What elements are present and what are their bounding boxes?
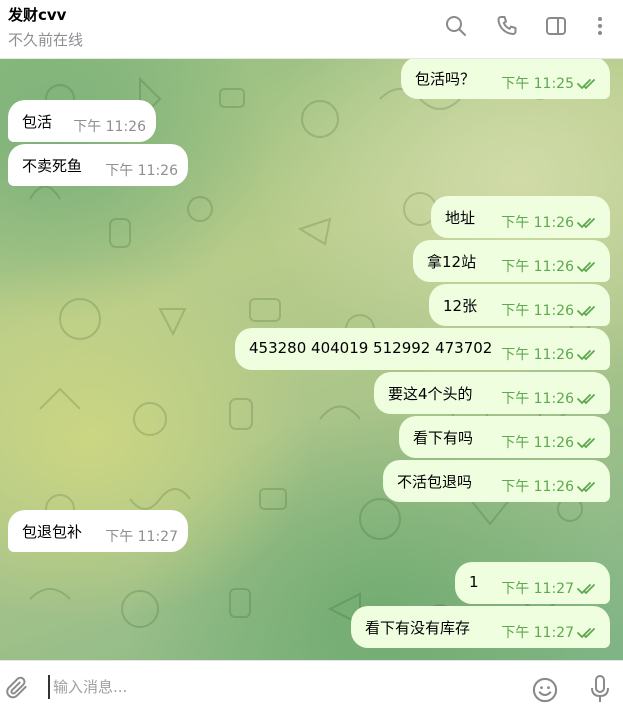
double-check-icon	[577, 215, 601, 233]
outgoing-message-bubble[interactable]: 看下有没有库存 下午 11:27	[351, 606, 610, 648]
incoming-message-bubble[interactable]: 包活 下午 11:26	[8, 100, 156, 142]
message-time: 下午 11:26	[501, 391, 574, 407]
search-icon[interactable]	[443, 13, 469, 39]
outgoing-message-bubble[interactable]: 12张 下午 11:26	[429, 284, 610, 326]
outgoing-message-bubble[interactable]: 看下有吗 下午 11:26	[399, 416, 610, 458]
message-text: 不活包退吗	[397, 473, 473, 491]
double-check-icon	[577, 581, 601, 599]
message-text: 1	[469, 573, 479, 591]
outgoing-message-bubble[interactable]: 要这4个头的 下午 11:26	[374, 372, 610, 414]
message-time: 下午 11:26	[501, 303, 574, 319]
message-time: 下午 11:26	[501, 435, 574, 451]
message-composer	[0, 660, 623, 711]
message-time: 下午 11:27	[501, 625, 574, 641]
message-time: 下午 11:26	[501, 347, 574, 363]
double-check-icon	[577, 303, 601, 321]
outgoing-message-bubble[interactable]: 拿12站 下午 11:26	[413, 240, 610, 282]
double-check-icon	[577, 435, 601, 453]
message-text: 453280 404019 512992 473702	[249, 339, 493, 357]
outgoing-message-bubble[interactable]: 地址 下午 11:26	[431, 196, 610, 238]
paperclip-icon[interactable]	[4, 675, 30, 705]
message-time: 下午 11:27	[105, 529, 178, 545]
chat-title[interactable]: 发财cvv	[8, 4, 66, 25]
message-time: 下午 11:25	[501, 76, 574, 92]
outgoing-message-bubble[interactable]: 不活包退吗 下午 11:26	[383, 460, 610, 502]
more-vertical-icon[interactable]	[587, 13, 613, 39]
double-check-icon	[577, 259, 601, 277]
double-check-icon	[577, 391, 601, 409]
message-text: 12张	[443, 297, 478, 315]
chat-messages[interactable]: 包活吗？ 下午 11:25 包活 下午 11:26 不卖死鱼 下午 11:26 地址 下午 1…	[0, 59, 623, 660]
message-text: 不卖死鱼	[22, 157, 83, 175]
message-text: 看下有没有库存	[365, 619, 471, 637]
message-time: 下午 11:26	[501, 479, 574, 495]
message-text: 拿12站	[427, 253, 477, 271]
outgoing-message-bubble[interactable]: 1 下午 11:27	[455, 562, 610, 604]
outgoing-message-bubble[interactable]: 453280 404019 512992 473702 下午 11:26	[235, 328, 610, 370]
message-text: 包活	[22, 113, 53, 131]
message-time: 下午 11:26	[501, 215, 574, 231]
message-input[interactable]	[48, 675, 508, 699]
message-text: 地址	[445, 209, 476, 227]
chat-status: 不久前在线	[8, 31, 84, 49]
outgoing-message-bubble[interactable]: 包活吗？ 下午 11:25	[401, 59, 610, 99]
emoji-icon[interactable]	[531, 676, 559, 708]
chat-header: 发财cvv 不久前在线	[0, 0, 623, 59]
double-check-icon	[577, 347, 601, 365]
message-time: 下午 11:27	[501, 581, 574, 597]
message-text: 包退包补	[22, 523, 83, 541]
incoming-message-bubble[interactable]: 不卖死鱼 下午 11:26	[8, 144, 188, 186]
message-time: 下午 11:26	[501, 259, 574, 275]
message-text: 要这4个头的	[388, 385, 473, 403]
microphone-icon[interactable]	[588, 674, 612, 708]
phone-icon[interactable]	[494, 13, 520, 39]
message-time: 下午 11:26	[73, 119, 146, 135]
incoming-message-bubble[interactable]: 包退包补 下午 11:27	[8, 510, 188, 552]
sidebar-icon[interactable]	[543, 13, 569, 39]
double-check-icon	[577, 76, 601, 94]
double-check-icon	[577, 479, 601, 497]
double-check-icon	[577, 625, 601, 643]
message-text: 看下有吗	[413, 429, 474, 447]
message-time: 下午 11:26	[105, 163, 178, 179]
message-text: 包活吗？	[415, 70, 476, 88]
